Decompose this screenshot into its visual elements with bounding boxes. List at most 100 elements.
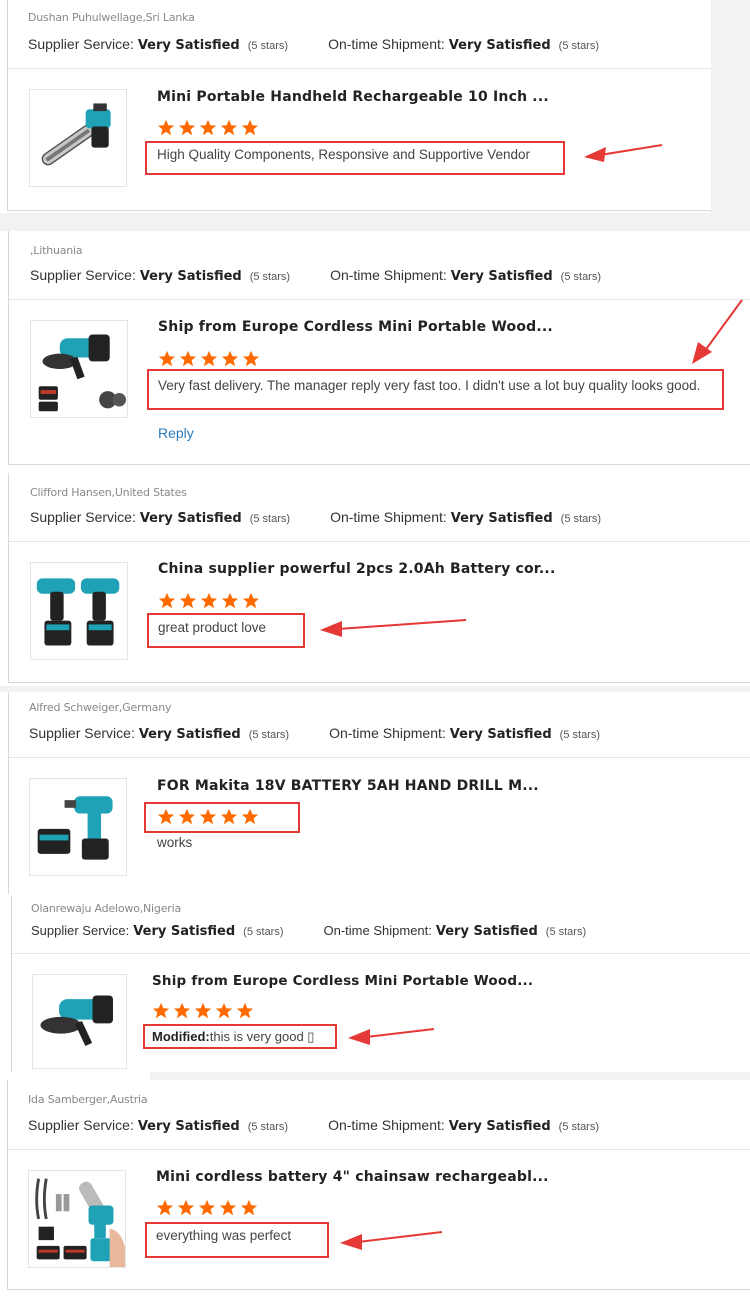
ontime-shipment-value: Very Satisfied	[435, 924, 538, 939]
supplier-service-value: Very Satisfied	[137, 1119, 240, 1134]
divider	[9, 299, 750, 300]
annotation-arrow-icon	[320, 619, 467, 637]
product-title[interactable]: Ship from Europe Cordless Mini Portable …	[158, 319, 553, 335]
highlight-box	[145, 1222, 329, 1258]
star-rating	[158, 592, 260, 610]
supplier-service-value: Very Satisfied	[138, 727, 241, 742]
supplier-service-label: Supplier Service:	[30, 509, 136, 525]
reply-link[interactable]: Reply	[158, 425, 194, 441]
supplier-service-stars: (5 stars)	[247, 1121, 289, 1133]
review-card: Ida Samberger,Austria Supplier Service: …	[7, 1080, 750, 1290]
star-rating	[158, 350, 260, 368]
star-icon	[236, 1002, 254, 1019]
ontime-shipment-label: On-time Shipment:	[328, 1117, 445, 1133]
divider	[8, 1149, 750, 1150]
rating-row: Supplier Service: Very Satisfied (5 star…	[28, 36, 599, 53]
annotation-arrow-icon	[340, 1231, 443, 1250]
product-title[interactable]: Ship from Europe Cordless Mini Portable …	[152, 973, 533, 989]
star-icon	[158, 350, 176, 367]
ontime-shipment-stars: (5 stars)	[559, 729, 601, 741]
product-thumbnail[interactable]	[29, 778, 127, 876]
star-icon	[173, 1002, 191, 1019]
rating-row: Supplier Service: Very Satisfied (5 star…	[28, 1117, 599, 1134]
review-comment: works	[157, 835, 193, 850]
star-icon	[220, 119, 238, 136]
divider	[12, 953, 750, 954]
chainsaw-icon	[41, 103, 111, 166]
reviewer-name: ,Lithuania	[30, 244, 83, 257]
highlight-box	[145, 141, 565, 175]
reviewer-name: Dushan Puhulwellage,Sri Lanka	[28, 11, 195, 24]
ontime-shipment-stars: (5 stars)	[545, 926, 587, 938]
highlight-box	[147, 369, 724, 410]
product-thumbnail[interactable]	[28, 1170, 126, 1268]
star-icon	[221, 350, 239, 367]
star-icon	[242, 350, 260, 367]
supplier-service-label: Supplier Service:	[28, 1117, 134, 1133]
annotation-arrow-icon	[692, 299, 743, 364]
reviewer-name: Alfred Schweiger,Germany	[29, 701, 172, 714]
star-icon	[152, 1002, 170, 1019]
supplier-service-label: Supplier Service:	[30, 267, 136, 283]
star-icon	[215, 1002, 233, 1019]
ontime-shipment-label: On-time Shipment:	[323, 923, 432, 938]
rating-row: Supplier Service: Very Satisfied (5 star…	[30, 509, 601, 526]
background-strip	[0, 213, 750, 231]
ontime-shipment-label: On-time Shipment:	[330, 509, 447, 525]
ontime-shipment-stars: (5 stars)	[560, 513, 602, 525]
angle-grinder-icon	[38, 334, 127, 412]
highlight-box	[143, 1024, 337, 1049]
review-card: Dushan Puhulwellage,Sri Lanka Supplier S…	[7, 0, 712, 211]
product-thumbnail[interactable]	[30, 562, 128, 660]
rating-row: Supplier Service: Very Satisfied (5 star…	[30, 267, 601, 284]
star-icon	[242, 592, 260, 609]
star-icon	[179, 350, 197, 367]
product-title[interactable]: Mini cordless battery 4" chainsaw rechar…	[156, 1169, 549, 1185]
supplier-service-stars: (5 stars)	[243, 926, 284, 938]
star-icon	[179, 592, 197, 609]
reviewer-name: Olanrewaju Adelowo,Nigeria	[31, 902, 181, 915]
star-icon	[177, 1199, 195, 1216]
star-icon	[178, 119, 196, 136]
supplier-service-stars: (5 stars)	[249, 271, 291, 283]
star-icon	[200, 592, 218, 609]
star-icon	[241, 119, 259, 136]
divider	[9, 757, 750, 758]
highlight-box	[147, 613, 305, 648]
background-strip	[710, 0, 750, 230]
ontime-shipment-label: On-time Shipment:	[328, 36, 445, 52]
product-title[interactable]: FOR Makita 18V BATTERY 5AH HAND DRILL M.…	[157, 778, 539, 794]
star-icon	[219, 1199, 237, 1216]
ontime-shipment-value: Very Satisfied	[449, 727, 552, 742]
product-thumbnail[interactable]	[32, 974, 127, 1069]
review-card: Alfred Schweiger,Germany Supplier Servic…	[8, 692, 750, 894]
product-title[interactable]: Mini Portable Handheld Rechargeable 10 I…	[157, 89, 549, 105]
product-thumbnail[interactable]	[29, 89, 127, 187]
star-icon	[240, 1199, 258, 1216]
ontime-shipment-label: On-time Shipment:	[330, 267, 447, 283]
reviewer-name: Ida Samberger,Austria	[28, 1093, 148, 1106]
ontime-shipment-stars: (5 stars)	[560, 271, 602, 283]
hand-drill-icon	[37, 796, 113, 860]
star-icon	[221, 592, 239, 609]
ontime-shipment-label: On-time Shipment:	[329, 725, 446, 741]
supplier-service-label: Supplier Service:	[28, 36, 134, 52]
star-icon	[198, 1199, 216, 1216]
star-icon	[157, 119, 175, 136]
product-thumbnail[interactable]	[30, 320, 128, 418]
annotation-arrow-icon	[348, 1028, 435, 1045]
supplier-service-value: Very Satisfied	[139, 511, 242, 526]
supplier-service-value: Very Satisfied	[133, 924, 236, 939]
drill-set-icon	[36, 578, 120, 646]
star-icon	[199, 119, 217, 136]
highlight-box	[144, 802, 300, 833]
reviewer-name: Clifford Hansen,United States	[30, 486, 187, 499]
mini-chainsaw-icon	[35, 1178, 125, 1267]
product-title[interactable]: China supplier powerful 2pcs 2.0Ah Batte…	[158, 561, 555, 577]
review-card: Clifford Hansen,United States Supplier S…	[8, 473, 750, 683]
rating-row: Supplier Service: Very Satisfied (5 star…	[29, 725, 600, 742]
ontime-shipment-value: Very Satisfied	[450, 511, 553, 526]
ontime-shipment-value: Very Satisfied	[448, 38, 551, 53]
star-rating	[156, 1199, 258, 1217]
star-icon	[194, 1002, 212, 1019]
